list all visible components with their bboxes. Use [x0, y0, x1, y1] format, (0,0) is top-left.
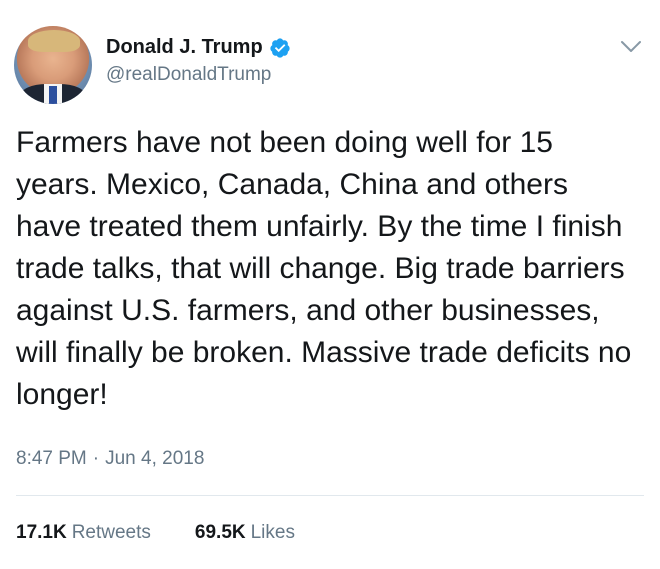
tweet-stats: 17.1K Retweets 69.5K Likes [16, 522, 339, 544]
avatar[interactable] [14, 26, 92, 104]
tweet-text: Farmers have not been doing well for 15 … [16, 126, 632, 411]
retweets-label: Retweets [71, 522, 151, 543]
likes-count: 69.5K [194, 522, 246, 543]
chevron-down-icon[interactable] [620, 40, 642, 54]
avatar-hair [28, 30, 80, 52]
likes-stat[interactable]: 69.5K Likes [195, 522, 295, 544]
display-name[interactable]: Donald J. Trump [106, 36, 263, 59]
timestamp-separator: · [92, 448, 100, 469]
retweets-count: 17.1K [16, 522, 67, 543]
avatar-tie [49, 86, 57, 104]
likes-label: Likes [250, 522, 295, 543]
retweets-stat[interactable]: 17.1K Retweets [16, 522, 151, 544]
tweet-date: Jun 4, 2018 [105, 448, 205, 469]
divider [16, 495, 644, 496]
tweet-timestamp[interactable]: 8:47 PM · Jun 4, 2018 [16, 448, 204, 470]
tweet-time: 8:47 PM [16, 448, 87, 469]
tweet-card: Donald J. Trump @realDonaldTrump Farmers… [0, 0, 660, 569]
verified-badge-icon [270, 37, 290, 58]
author-name-row[interactable]: Donald J. Trump [106, 36, 291, 59]
author-handle[interactable]: @realDonaldTrump [106, 64, 271, 86]
